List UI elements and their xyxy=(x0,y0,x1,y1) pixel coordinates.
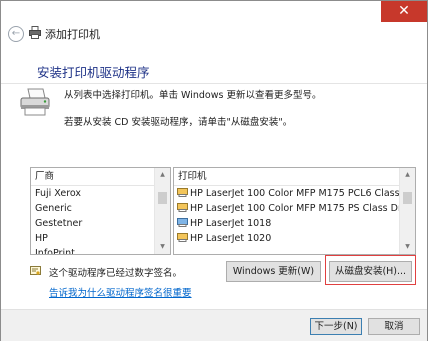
scroll-thumb[interactable] xyxy=(403,192,412,204)
scroll-down-icon[interactable]: ▼ xyxy=(155,240,170,254)
printer-model-label: HP LaserJet 100 Color MFP M175 PCL6 Clas… xyxy=(190,188,416,199)
printer-list-header: 打印机 xyxy=(174,168,415,186)
scroll-down-icon[interactable]: ▼ xyxy=(400,240,415,254)
windows-update-button[interactable]: Windows 更新(W) xyxy=(226,261,321,282)
manufacturer-item[interactable]: InfoPrint xyxy=(31,246,170,254)
manufacturer-list-header: 厂商 xyxy=(31,168,170,186)
printer-model-icon xyxy=(177,233,188,242)
page-heading: 安装打印机驱动程序 xyxy=(37,65,150,80)
title-bar: ✕ xyxy=(1,1,427,23)
printer-model-item[interactable]: HP LaserJet 1020 xyxy=(174,231,415,246)
footer-bar: 下一步(N) 取消 xyxy=(1,309,427,341)
printer-model-list[interactable]: 打印机 HP LaserJet 100 Color MFP M175 PCL6 … xyxy=(173,167,416,255)
printer-large-icon xyxy=(19,87,53,117)
close-icon: ✕ xyxy=(398,3,410,19)
certificate-icon xyxy=(30,266,41,276)
printer-model-item[interactable]: HP LaserJet 1018 xyxy=(174,216,415,231)
printer-model-label: HP LaserJet 100 Color MFP M175 PS Class … xyxy=(190,203,416,214)
back-arrow-icon: ← xyxy=(11,28,21,39)
window-title: 添加打印机 xyxy=(45,28,100,41)
printer-icon xyxy=(29,26,41,39)
printer-model-icon xyxy=(177,218,188,227)
instruction-text-1: 从列表中选择打印机。单击 Windows 更新以查看更多型号。 xyxy=(64,90,322,101)
back-button[interactable]: ← xyxy=(8,26,24,42)
printer-model-item[interactable]: HP LaserJet 100 Color MFP M175 PCL6 Clas… xyxy=(174,186,415,201)
manufacturer-list[interactable]: 厂商 Fuji Xerox Generic Gestetner HP InfoP… xyxy=(30,167,171,255)
manufacturer-item[interactable]: Fuji Xerox xyxy=(31,186,170,201)
signature-status-text: 这个驱动程序已经过数字签名。 xyxy=(49,268,183,279)
manufacturer-item[interactable]: HP xyxy=(31,231,170,246)
printer-model-label: HP LaserJet 1018 xyxy=(190,218,272,229)
add-printer-window: ✕ ← 添加打印机 安装打印机驱动程序 从列表中选择打印机。单击 Windows… xyxy=(0,0,428,341)
scroll-thumb[interactable] xyxy=(158,192,167,204)
divider xyxy=(1,83,427,84)
printer-model-icon xyxy=(177,188,188,197)
manufacturer-scrollbar[interactable]: ▲ ▼ xyxy=(154,168,170,254)
signature-info-link[interactable]: 告诉我为什么驱动程序签名很重要 xyxy=(49,285,192,299)
instruction-text-2: 若要从安装 CD 安装驱动程序，请单击"从磁盘安装"。 xyxy=(64,117,293,128)
next-button[interactable]: 下一步(N) xyxy=(310,318,362,335)
printer-scrollbar[interactable]: ▲ ▼ xyxy=(399,168,415,254)
printer-model-label: HP LaserJet 1020 xyxy=(190,233,272,244)
cancel-button[interactable]: 取消 xyxy=(368,318,420,335)
scroll-up-icon[interactable]: ▲ xyxy=(155,168,170,182)
have-disk-button[interactable]: 从磁盘安装(H)... xyxy=(329,261,412,282)
manufacturer-item[interactable]: Gestetner xyxy=(31,216,170,231)
close-button[interactable]: ✕ xyxy=(381,1,427,22)
manufacturer-item[interactable]: Generic xyxy=(31,201,170,216)
scroll-up-icon[interactable]: ▲ xyxy=(400,168,415,182)
printer-model-icon xyxy=(177,203,188,212)
printer-model-item[interactable]: HP LaserJet 100 Color MFP M175 PS Class … xyxy=(174,201,415,216)
